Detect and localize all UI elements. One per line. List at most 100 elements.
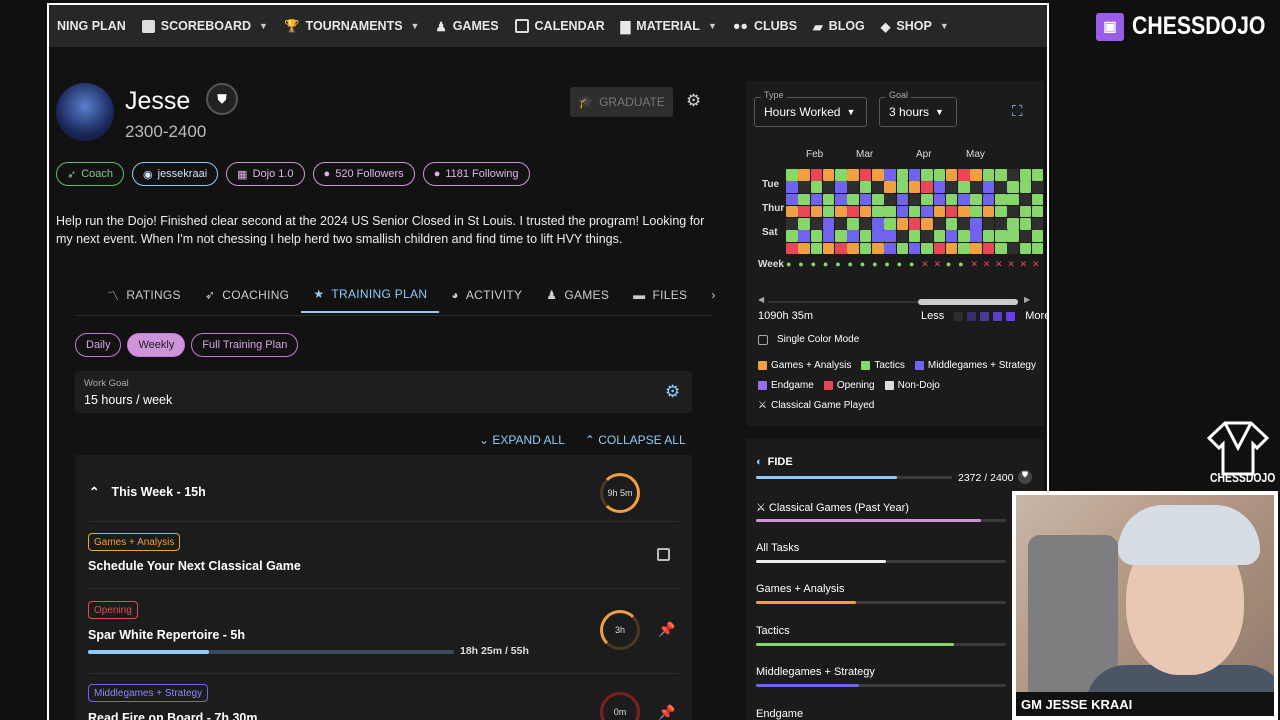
heatmap-cell[interactable] xyxy=(872,230,884,242)
graduate-button[interactable]: 🎓 GRADUATE xyxy=(570,87,673,117)
heatmap-cell[interactable] xyxy=(872,193,884,206)
tab-training-plan[interactable]: ★ TRAINING PLAN xyxy=(301,277,440,313)
heatmap-cell[interactable] xyxy=(1031,218,1044,230)
nav-scoreboard[interactable]: SCOREBOARD ▼ xyxy=(134,5,276,47)
heatmap-cell[interactable] xyxy=(884,193,896,206)
heatmap-cell[interactable] xyxy=(1019,205,1032,218)
heatmap-cell[interactable] xyxy=(786,230,798,242)
expand-all-button[interactable]: ⌄ EXPAND ALL xyxy=(479,433,565,447)
work-goal-settings-icon[interactable]: ⚙ xyxy=(665,382,680,402)
heatmap-cell[interactable] xyxy=(896,169,909,181)
heatmap-cell[interactable] xyxy=(884,218,896,230)
heatmap-cell[interactable] xyxy=(933,169,946,181)
heatmap-cell[interactable] xyxy=(933,181,946,193)
heatmap-cell[interactable] xyxy=(933,242,946,255)
heatmap-cell[interactable] xyxy=(995,181,1007,193)
heatmap-cell[interactable] xyxy=(872,181,884,193)
heatmap-cell[interactable] xyxy=(884,181,896,193)
heatmap-cell[interactable] xyxy=(896,218,909,230)
heatmap-cell[interactable] xyxy=(872,218,884,230)
heatmap-cell[interactable] xyxy=(859,242,872,255)
heatmap-cell[interactable] xyxy=(859,230,872,242)
heatmap-cell[interactable] xyxy=(945,193,958,206)
heatmap-cell[interactable] xyxy=(1007,181,1019,193)
heatmap-cell[interactable] xyxy=(958,218,970,230)
nav-games[interactable]: ♟ GAMES xyxy=(427,5,506,47)
heatmap-cell[interactable] xyxy=(1031,242,1044,255)
heatmap-cell[interactable] xyxy=(798,169,810,181)
heatmap-cell[interactable] xyxy=(945,169,958,181)
heatmap-cell[interactable] xyxy=(958,193,970,206)
heatmap-cell[interactable] xyxy=(1031,169,1044,181)
tab-files[interactable]: ▬ FILES xyxy=(621,277,699,313)
heatmap-cell[interactable] xyxy=(847,205,859,218)
heatmap-cell[interactable] xyxy=(847,193,859,206)
full-plan-pill[interactable]: Full Training Plan xyxy=(191,333,299,357)
followers-chip[interactable]: ● 520 Followers xyxy=(312,162,415,186)
heatmap-cell[interactable] xyxy=(908,242,921,255)
heatmap-cell[interactable] xyxy=(921,205,933,218)
tab-ratings[interactable]: 〽 RATINGS xyxy=(95,277,193,313)
heatmap-cell[interactable] xyxy=(835,205,847,218)
heatmap-cell[interactable] xyxy=(847,230,859,242)
nav-shop[interactable]: ◆ SHOP ▼ xyxy=(873,5,957,47)
heatmap-cell[interactable] xyxy=(982,193,995,206)
heatmap-cell[interactable] xyxy=(1031,181,1044,193)
heatmap-cell[interactable] xyxy=(1019,181,1032,193)
heatmap-cell[interactable] xyxy=(822,169,835,181)
heatmap-cell[interactable] xyxy=(908,230,921,242)
heatmap-cell[interactable] xyxy=(872,169,884,181)
heatmap-cell[interactable] xyxy=(970,242,982,255)
tab-activity[interactable]: ◕ ACTIVITY xyxy=(439,277,534,313)
heatmap-cell[interactable] xyxy=(933,218,946,230)
heatmap-cell[interactable] xyxy=(859,169,872,181)
heatmap-cell[interactable] xyxy=(933,230,946,242)
nav-clubs[interactable]: ●● CLUBS xyxy=(725,5,805,47)
heatmap-cell[interactable] xyxy=(896,230,909,242)
heatmap-cell[interactable] xyxy=(835,230,847,242)
heatmap-cell[interactable] xyxy=(810,205,823,218)
heatmap-cell[interactable] xyxy=(908,218,921,230)
nav-blog[interactable]: ▰ BLOG xyxy=(805,5,873,47)
heatmap-cell[interactable] xyxy=(847,242,859,255)
tabs-scroll-right-icon[interactable]: › xyxy=(699,277,727,313)
heatmap-cell[interactable] xyxy=(896,181,909,193)
heatmap-cell[interactable] xyxy=(908,205,921,218)
heatmap-cell[interactable] xyxy=(982,205,995,218)
heatmap-cell[interactable] xyxy=(1019,230,1032,242)
heatmap-cell[interactable] xyxy=(835,242,847,255)
heatmap-cell[interactable] xyxy=(835,181,847,193)
heatmap-cell[interactable] xyxy=(958,205,970,218)
heatmap-cell[interactable] xyxy=(884,205,896,218)
heatmap-cell[interactable] xyxy=(798,242,810,255)
single-color-mode-toggle[interactable]: Single Color Mode xyxy=(758,334,859,345)
heatmap-cell[interactable] xyxy=(995,242,1007,255)
heatmap-cell[interactable] xyxy=(958,169,970,181)
tab-games[interactable]: ♟ GAMES xyxy=(534,277,621,313)
heatmap-cell[interactable] xyxy=(958,242,970,255)
heatmap-cell[interactable] xyxy=(872,242,884,255)
heatmap-cell[interactable] xyxy=(798,205,810,218)
scroll-right-icon[interactable]: ▶ xyxy=(1024,295,1030,304)
scroll-thumb[interactable] xyxy=(918,299,1018,305)
heatmap-cell[interactable] xyxy=(1031,230,1044,242)
heatmap-cell[interactable] xyxy=(822,218,835,230)
heatmap-cell[interactable] xyxy=(982,242,995,255)
dojo-cohort-chip[interactable]: ▦ Dojo 1.0 xyxy=(226,162,305,186)
heatmap-cell[interactable] xyxy=(810,218,823,230)
heatmap-cell[interactable] xyxy=(822,230,835,242)
heatmap-cell[interactable] xyxy=(810,193,823,206)
type-select[interactable]: Type Hours Worked ▼ xyxy=(754,90,867,127)
heatmap-cell[interactable] xyxy=(1007,242,1019,255)
heatmap-cell[interactable] xyxy=(933,193,946,206)
heatmap-cell[interactable] xyxy=(896,193,909,206)
heatmap-scrollbar[interactable]: ◀ ▶ xyxy=(758,295,1030,305)
heatmap-cell[interactable] xyxy=(798,218,810,230)
nav-material[interactable]: ▇ MATERIAL ▼ xyxy=(613,5,725,47)
heatmap-cell[interactable] xyxy=(1031,193,1044,206)
heatmap-cell[interactable] xyxy=(1019,242,1032,255)
heatmap-cell[interactable] xyxy=(786,218,798,230)
heatmap-cell[interactable] xyxy=(945,242,958,255)
settings-gear-icon[interactable]: ⚙ xyxy=(686,91,701,111)
heatmap-cell[interactable] xyxy=(859,218,872,230)
